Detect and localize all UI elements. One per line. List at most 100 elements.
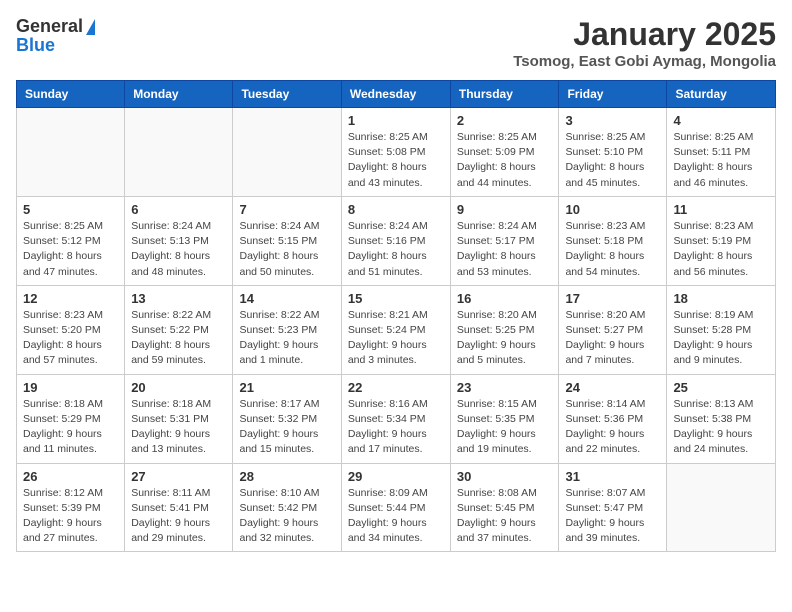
day-number: 1: [348, 113, 444, 128]
calendar-cell: 22 Sunrise: 8:16 AMSunset: 5:34 PMDayligh…: [341, 374, 450, 463]
weekday-header-row: SundayMondayTuesdayWednesdayThursdayFrid…: [17, 81, 776, 108]
day-info: Sunrise: 8:25 AMSunset: 5:10 PMDaylight:…: [565, 130, 660, 191]
day-info: Sunrise: 8:09 AMSunset: 5:44 PMDaylight:…: [348, 486, 444, 547]
day-info: Sunrise: 8:11 AMSunset: 5:41 PMDaylight:…: [131, 486, 226, 547]
calendar-week-row: 5Sunrise: 8:25 AMSunset: 5:12 PMDaylight…: [17, 196, 776, 285]
day-info: Sunrise: 8:22 AMSunset: 5:22 PMDaylight:…: [131, 308, 226, 369]
day-number: 20: [131, 380, 226, 395]
calendar-table: SundayMondayTuesdayWednesdayThursdayFrid…: [16, 80, 776, 552]
calendar-cell: 27 Sunrise: 8:11 AMSunset: 5:41 PMDayligh…: [125, 463, 233, 552]
day-number: 29: [348, 469, 444, 484]
calendar-cell: 18 Sunrise: 8:19 AMSunset: 5:28 PMDayligh…: [667, 285, 776, 374]
day-info: Sunrise: 8:24 AMSunset: 5:16 PMDaylight:…: [348, 219, 444, 280]
day-number: 17: [565, 291, 660, 306]
logo-blue-text: Blue: [16, 35, 55, 56]
day-info: Sunrise: 8:22 AMSunset: 5:23 PMDaylight:…: [239, 308, 334, 369]
day-number: 14: [239, 291, 334, 306]
calendar-cell: 25Sunrise: 8:13 AMSunset: 5:38 PMDayligh…: [667, 374, 776, 463]
day-info: Sunrise: 8:10 AMSunset: 5:42 PMDaylight:…: [239, 486, 334, 547]
month-title: January 2025: [513, 16, 776, 53]
weekday-header-friday: Friday: [559, 81, 667, 108]
day-info: Sunrise: 8:08 AMSunset: 5:45 PMDaylight:…: [457, 486, 553, 547]
calendar-cell: 4 Sunrise: 8:25 AMSunset: 5:11 PMDaylight…: [667, 108, 776, 197]
calendar-week-row: 19 Sunrise: 8:18 AMSunset: 5:29 PMDayligh…: [17, 374, 776, 463]
calendar-cell: 1 Sunrise: 8:25 AMSunset: 5:08 PMDaylight…: [341, 108, 450, 197]
calendar-cell: 2Sunrise: 8:25 AMSunset: 5:09 PMDaylight…: [450, 108, 559, 197]
calendar-cell: 16 Sunrise: 8:20 AMSunset: 5:25 PMDayligh…: [450, 285, 559, 374]
day-info: Sunrise: 8:24 AMSunset: 5:17 PMDaylight:…: [457, 219, 553, 280]
calendar-cell: [667, 463, 776, 552]
calendar-cell: [233, 108, 341, 197]
calendar-cell: 30 Sunrise: 8:08 AMSunset: 5:45 PMDayligh…: [450, 463, 559, 552]
day-number: 19: [23, 380, 118, 395]
calendar-cell: 9 Sunrise: 8:24 AMSunset: 5:17 PMDaylight…: [450, 196, 559, 285]
calendar-cell: 7Sunrise: 8:24 AMSunset: 5:15 PMDaylight…: [233, 196, 341, 285]
page-header: General Blue January 2025 Tsomog, East G…: [16, 16, 776, 70]
day-number: 3: [565, 113, 660, 128]
calendar-cell: 5Sunrise: 8:25 AMSunset: 5:12 PMDaylight…: [17, 196, 125, 285]
calendar-week-row: 1 Sunrise: 8:25 AMSunset: 5:08 PMDaylight…: [17, 108, 776, 197]
calendar-cell: 19 Sunrise: 8:18 AMSunset: 5:29 PMDayligh…: [17, 374, 125, 463]
day-number: 21: [239, 380, 334, 395]
day-number: 28: [239, 469, 334, 484]
calendar-cell: 24Sunrise: 8:14 AMSunset: 5:36 PMDayligh…: [559, 374, 667, 463]
calendar-cell: [17, 108, 125, 197]
day-info: Sunrise: 8:16 AMSunset: 5:34 PMDaylight:…: [348, 397, 444, 458]
day-number: 16: [457, 291, 553, 306]
day-number: 10: [565, 202, 660, 217]
calendar-cell: 28 Sunrise: 8:10 AMSunset: 5:42 PMDayligh…: [233, 463, 341, 552]
calendar-cell: 8Sunrise: 8:24 AMSunset: 5:16 PMDaylight…: [341, 196, 450, 285]
calendar-week-row: 12 Sunrise: 8:23 AMSunset: 5:20 PMDayligh…: [17, 285, 776, 374]
day-number: 26: [23, 469, 118, 484]
day-info: Sunrise: 8:25 AMSunset: 5:08 PMDaylight:…: [348, 130, 444, 191]
calendar-cell: 12 Sunrise: 8:23 AMSunset: 5:20 PMDayligh…: [17, 285, 125, 374]
day-info: Sunrise: 8:25 AMSunset: 5:11 PMDaylight:…: [673, 130, 769, 191]
weekday-header-monday: Monday: [125, 81, 233, 108]
day-info: Sunrise: 8:15 AMSunset: 5:35 PMDaylight:…: [457, 397, 553, 458]
day-info: Sunrise: 8:14 AMSunset: 5:36 PMDaylight:…: [565, 397, 660, 458]
day-number: 31: [565, 469, 660, 484]
day-number: 9: [457, 202, 553, 217]
day-number: 13: [131, 291, 226, 306]
day-number: 15: [348, 291, 444, 306]
day-info: Sunrise: 8:18 AMSunset: 5:31 PMDaylight:…: [131, 397, 226, 458]
calendar-cell: 23Sunrise: 8:15 AMSunset: 5:35 PMDayligh…: [450, 374, 559, 463]
day-number: 7: [239, 202, 334, 217]
day-number: 22: [348, 380, 444, 395]
calendar-week-row: 26 Sunrise: 8:12 AMSunset: 5:39 PMDayligh…: [17, 463, 776, 552]
day-info: Sunrise: 8:23 AMSunset: 5:19 PMDaylight:…: [673, 219, 769, 280]
weekday-header-wednesday: Wednesday: [341, 81, 450, 108]
day-number: 18: [673, 291, 769, 306]
calendar-cell: 13 Sunrise: 8:22 AMSunset: 5:22 PMDayligh…: [125, 285, 233, 374]
calendar-cell: 11 Sunrise: 8:23 AMSunset: 5:19 PMDayligh…: [667, 196, 776, 285]
weekday-header-saturday: Saturday: [667, 81, 776, 108]
day-number: 4: [673, 113, 769, 128]
day-info: Sunrise: 8:17 AMSunset: 5:32 PMDaylight:…: [239, 397, 334, 458]
day-number: 25: [673, 380, 769, 395]
logo: General Blue: [16, 16, 95, 56]
calendar-cell: 6Sunrise: 8:24 AMSunset: 5:13 PMDaylight…: [125, 196, 233, 285]
day-info: Sunrise: 8:20 AMSunset: 5:27 PMDaylight:…: [565, 308, 660, 369]
day-info: Sunrise: 8:24 AMSunset: 5:13 PMDaylight:…: [131, 219, 226, 280]
calendar-cell: 31 Sunrise: 8:07 AMSunset: 5:47 PMDayligh…: [559, 463, 667, 552]
day-info: Sunrise: 8:25 AMSunset: 5:09 PMDaylight:…: [457, 130, 553, 191]
day-number: 11: [673, 202, 769, 217]
weekday-header-tuesday: Tuesday: [233, 81, 341, 108]
day-info: Sunrise: 8:20 AMSunset: 5:25 PMDaylight:…: [457, 308, 553, 369]
calendar-cell: 26 Sunrise: 8:12 AMSunset: 5:39 PMDayligh…: [17, 463, 125, 552]
day-info: Sunrise: 8:12 AMSunset: 5:39 PMDaylight:…: [23, 486, 118, 547]
location-subtitle: Tsomog, East Gobi Aymag, Mongolia: [513, 53, 776, 70]
day-info: Sunrise: 8:07 AMSunset: 5:47 PMDaylight:…: [565, 486, 660, 547]
weekday-header-thursday: Thursday: [450, 81, 559, 108]
logo-triangle-icon: [86, 19, 95, 35]
day-info: Sunrise: 8:19 AMSunset: 5:28 PMDaylight:…: [673, 308, 769, 369]
day-number: 27: [131, 469, 226, 484]
day-number: 5: [23, 202, 118, 217]
day-info: Sunrise: 8:23 AMSunset: 5:18 PMDaylight:…: [565, 219, 660, 280]
day-info: Sunrise: 8:21 AMSunset: 5:24 PMDaylight:…: [348, 308, 444, 369]
day-info: Sunrise: 8:23 AMSunset: 5:20 PMDaylight:…: [23, 308, 118, 369]
day-number: 30: [457, 469, 553, 484]
calendar-cell: 15 Sunrise: 8:21 AMSunset: 5:24 PMDayligh…: [341, 285, 450, 374]
day-info: Sunrise: 8:18 AMSunset: 5:29 PMDaylight:…: [23, 397, 118, 458]
day-number: 12: [23, 291, 118, 306]
